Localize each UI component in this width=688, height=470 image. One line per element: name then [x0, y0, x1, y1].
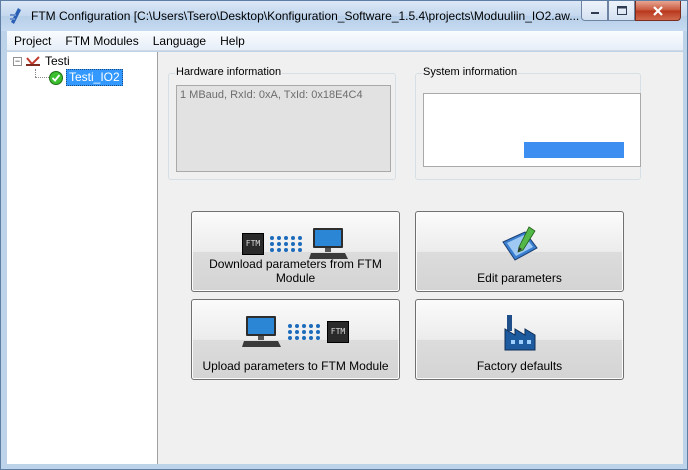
hardware-info-text: 1 MBaud, RxId: 0xA, TxId: 0x18E4C4: [176, 85, 391, 172]
tree-connector: [35, 69, 36, 77]
menu-language[interactable]: Language: [146, 31, 213, 51]
system-info-title: System information: [422, 66, 519, 78]
maximize-icon: [616, 6, 627, 15]
factory-defaults-button[interactable]: Factory defaults: [415, 299, 624, 380]
factory-defaults-label: Factory defaults: [476, 359, 563, 373]
download-parameters-button[interactable]: FTM Download parameters from FTM Module: [191, 211, 400, 292]
window-controls: [581, 1, 681, 21]
tree-connector: [35, 77, 49, 78]
hardware-info-group: Hardware information 1 MBaud, RxId: 0xA,…: [168, 66, 396, 180]
module-ok-icon: [49, 70, 63, 85]
menu-ftm-modules[interactable]: FTM Modules: [58, 31, 145, 51]
edit-parameters-icon: [416, 224, 623, 264]
ftm-chip-icon: FTM: [242, 233, 264, 255]
tree-item-label: Testi_IO2: [66, 69, 123, 86]
upload-parameters-button[interactable]: FTM Upload parameters to FTM Module: [191, 299, 400, 380]
close-button[interactable]: [635, 1, 681, 21]
window-title: FTM Configuration [C:\Users\Tsero\Deskto…: [31, 9, 579, 23]
project-icon: [26, 56, 40, 66]
factory-building-icon: [504, 315, 535, 351]
title-bar[interactable]: FTM Configuration [C:\Users\Tsero\Deskto…: [1, 1, 687, 31]
hardware-info-title: Hardware information: [175, 66, 283, 78]
maximize-button[interactable]: [608, 1, 635, 21]
system-info-panel: [423, 93, 641, 167]
system-info-group: System information: [415, 66, 641, 180]
download-parameters-label: Download parameters from FTM Module: [209, 257, 382, 285]
menu-project[interactable]: Project: [7, 31, 58, 51]
upload-to-ftm-icon: FTM: [192, 312, 399, 352]
transfer-dots-icon: [270, 236, 303, 252]
edit-pencil-icon: [501, 226, 538, 261]
close-icon: [653, 5, 663, 16]
tree-root-label: Testi: [45, 54, 70, 68]
project-tree[interactable]: − Testi Testi_IO2: [7, 52, 158, 464]
minimize-button[interactable]: [581, 1, 608, 21]
upload-parameters-label: Upload parameters to FTM Module: [202, 359, 389, 373]
tree-root-node[interactable]: − Testi: [13, 54, 70, 68]
app-window: FTM Configuration [C:\Users\Tsero\Deskto…: [0, 0, 688, 470]
menu-bar: Project FTM Modules Language Help: [7, 31, 683, 51]
tree-item-module[interactable]: Testi_IO2: [49, 69, 123, 86]
client-area: − Testi Testi_IO2 Hardware information 1: [7, 52, 683, 464]
menu-help[interactable]: Help: [213, 31, 252, 51]
minimize-icon: [590, 11, 599, 14]
edit-parameters-label: Edit parameters: [477, 271, 562, 285]
transfer-dots-icon: [288, 324, 321, 340]
computer-icon: [242, 316, 281, 347]
tree-collapse-toggle[interactable]: −: [13, 56, 22, 66]
factory-icon: [416, 312, 623, 352]
ftm-chip-icon: FTM: [327, 321, 349, 343]
system-info-bar: [524, 142, 624, 158]
edit-parameters-button[interactable]: Edit parameters: [415, 211, 624, 292]
app-icon: [10, 8, 21, 24]
computer-icon: [309, 228, 348, 259]
